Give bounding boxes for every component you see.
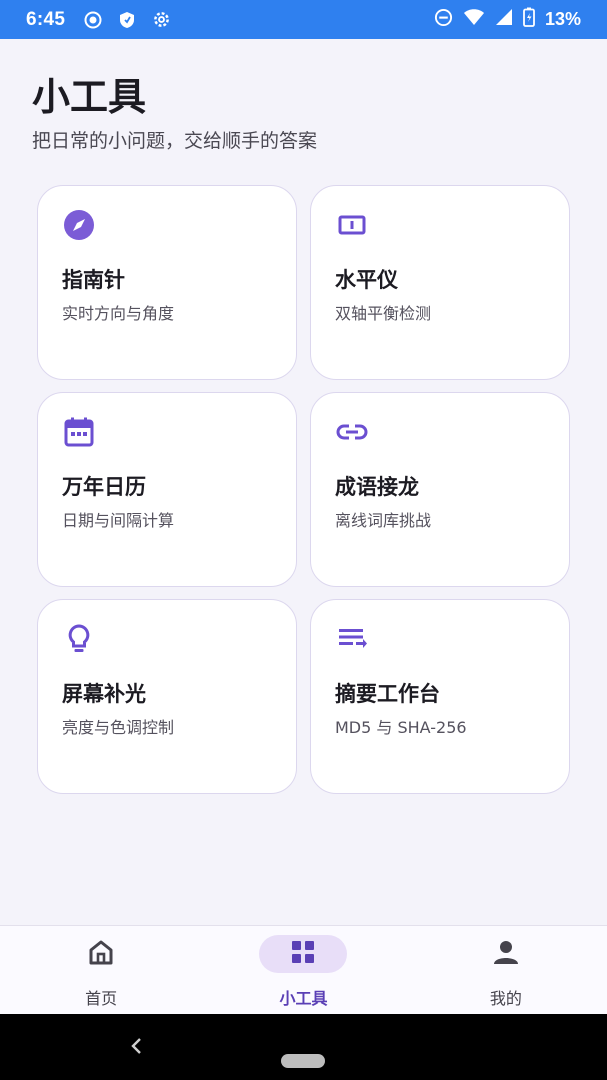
nav-label: 我的 bbox=[489, 989, 522, 1008]
back-icon[interactable] bbox=[124, 1034, 148, 1058]
status-bar: 6:45 13% bbox=[0, 0, 607, 39]
tool-card-digest[interactable]: 摘要工作台 MD5 与 SHA-256 bbox=[310, 599, 570, 794]
nav-item-tools[interactable]: 小工具 bbox=[202, 926, 404, 1014]
battery-icon bbox=[523, 7, 535, 32]
lightbulb-icon bbox=[62, 622, 96, 656]
status-time: 6:45 bbox=[26, 8, 66, 30]
battery-percent: 13% bbox=[544, 9, 581, 29]
tool-description: MD5 与 SHA-256 bbox=[335, 718, 467, 737]
system-navigation-bar bbox=[0, 1014, 607, 1080]
tool-title: 万年日历 bbox=[62, 475, 146, 499]
page-title: 小工具 bbox=[32, 75, 147, 119]
home-icon bbox=[87, 939, 115, 969]
tool-description: 实时方向与角度 bbox=[62, 304, 175, 323]
level-icon bbox=[335, 208, 369, 242]
tool-card-level[interactable]: 水平仪 双轴平衡检测 bbox=[310, 185, 570, 380]
wifi-icon bbox=[463, 8, 485, 31]
tool-title: 指南针 bbox=[62, 268, 125, 292]
tool-title: 屏幕补光 bbox=[62, 682, 146, 706]
home-gesture-handle[interactable] bbox=[281, 1054, 325, 1068]
compass-icon bbox=[62, 208, 96, 242]
tool-grid: 指南针 实时方向与角度 水平仪 双轴平衡检测 万年日历 日期与间隔计算 成语接龙… bbox=[37, 185, 570, 794]
settings-icon bbox=[151, 10, 171, 30]
record-icon bbox=[83, 10, 103, 30]
tool-description: 双轴平衡检测 bbox=[335, 304, 432, 323]
calendar-icon bbox=[62, 415, 96, 449]
link-icon bbox=[335, 415, 369, 449]
nav-indicator-active bbox=[259, 935, 348, 973]
tool-title: 水平仪 bbox=[335, 268, 398, 292]
nav-indicator bbox=[462, 935, 550, 973]
text-list-icon bbox=[335, 622, 369, 656]
tool-description: 日期与间隔计算 bbox=[62, 511, 175, 530]
tool-card-screen-light[interactable]: 屏幕补光 亮度与色调控制 bbox=[37, 599, 297, 794]
nav-label: 首页 bbox=[85, 989, 118, 1008]
shield-icon bbox=[117, 10, 137, 30]
nav-label: 小工具 bbox=[279, 989, 328, 1008]
nav-indicator bbox=[57, 935, 145, 973]
dnd-icon bbox=[434, 8, 453, 32]
person-icon bbox=[492, 938, 520, 970]
tool-card-calendar[interactable]: 万年日历 日期与间隔计算 bbox=[37, 392, 297, 587]
tool-title: 摘要工作台 bbox=[335, 682, 440, 706]
tool-description: 离线词库挑战 bbox=[335, 511, 432, 530]
tool-card-compass[interactable]: 指南针 实时方向与角度 bbox=[37, 185, 297, 380]
nav-item-home[interactable]: 首页 bbox=[0, 926, 202, 1014]
signal-icon bbox=[495, 8, 513, 31]
nav-item-profile[interactable]: 我的 bbox=[405, 926, 607, 1014]
tool-title: 成语接龙 bbox=[335, 475, 419, 499]
bottom-navigation: 首页 小工具 我的 bbox=[0, 925, 607, 1014]
tool-card-idiom[interactable]: 成语接龙 离线词库挑战 bbox=[310, 392, 570, 587]
grid-icon bbox=[290, 939, 316, 969]
tool-description: 亮度与色调控制 bbox=[62, 718, 175, 737]
page-subtitle: 把日常的小问题，交给顺手的答案 bbox=[32, 130, 318, 152]
